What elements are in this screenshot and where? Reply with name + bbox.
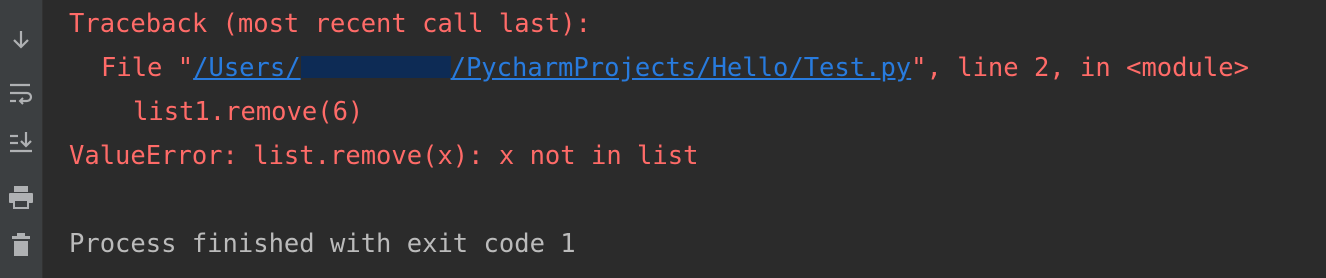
file-prefix: File " bbox=[101, 53, 194, 83]
error-message: ValueError: list.remove(x): x not in lis… bbox=[69, 141, 699, 171]
traceback-code-line: list1.remove(6) bbox=[133, 97, 364, 127]
trash-icon bbox=[10, 232, 32, 258]
soft-wrap-icon bbox=[8, 80, 34, 106]
soft-wrap-button[interactable] bbox=[0, 73, 42, 113]
scroll-down-button[interactable] bbox=[0, 122, 42, 162]
print-icon bbox=[7, 184, 35, 210]
console-toolbar bbox=[0, 0, 43, 278]
print-button[interactable] bbox=[0, 177, 42, 217]
file-path-link[interactable]: /Users/ /PycharmProjects/Hello/Test.py bbox=[193, 53, 911, 83]
file-suffix: ", line 2, in <module> bbox=[911, 53, 1249, 83]
console-output[interactable]: Traceback (most recent call last): File … bbox=[43, 0, 1326, 278]
scroll-to-end-icon bbox=[12, 29, 30, 51]
traceback-header: Traceback (most recent call last): bbox=[69, 9, 591, 39]
scroll-down-icon bbox=[8, 129, 34, 155]
scroll-to-end-button[interactable] bbox=[0, 20, 42, 60]
clear-console-button[interactable] bbox=[0, 225, 42, 265]
run-tool-window: Traceback (most recent call last): File … bbox=[0, 0, 1326, 278]
file-path-start: /Users/ bbox=[193, 53, 301, 83]
process-finished-message: Process finished with exit code 1 bbox=[69, 229, 576, 259]
traceback-file-line: File "/Users/ /PycharmProjects/Hello/Test… bbox=[101, 53, 1249, 83]
file-path-end: /PycharmProjects/Hello/Test.py bbox=[450, 53, 912, 83]
redacted-username bbox=[300, 56, 451, 78]
